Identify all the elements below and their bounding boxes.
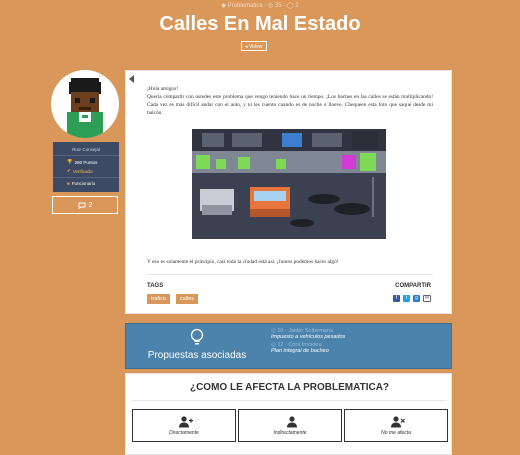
- affect-none-button[interactable]: No me afecta: [344, 409, 448, 442]
- divider: [53, 177, 119, 178]
- divider: [53, 155, 119, 156]
- tag-trafico[interactable]: trafico: [147, 294, 170, 304]
- affect-direct-label: Directamente: [169, 430, 199, 436]
- tags-label: TAGS: [147, 283, 164, 289]
- email-icon[interactable]: ✉: [423, 295, 431, 302]
- post-closing: Y eso es solamente el principio, casi to…: [147, 259, 339, 265]
- comments-button[interactable]: 2: [52, 196, 118, 214]
- affect-section: ¿COMO LE AFECTA LA PROBLEMATICA? Directa…: [125, 373, 452, 455]
- affect-indirect-button[interactable]: Indirectamente: [238, 409, 342, 442]
- author-verified: ✔ Verificado: [53, 168, 119, 174]
- share-label: COMPARTIR: [395, 283, 431, 289]
- google-icon[interactable]: g: [413, 295, 420, 302]
- lightbulb-icon: [190, 328, 204, 345]
- proposals-header: Propuestas asociadas: [126, 324, 268, 368]
- post-meta: ◆ Problematica · ◎ 35 · ◯ 2: [221, 3, 299, 9]
- user-plus-icon: [179, 416, 193, 428]
- role-label: Funcionario: [71, 181, 96, 186]
- post-body: Quería compartir con ustedes este proble…: [147, 94, 433, 116]
- author-points: 🏆 280 Puntos: [53, 159, 119, 165]
- verified-label: Verificado: [72, 168, 93, 174]
- tag-calles[interactable]: calles: [176, 294, 199, 304]
- facebook-icon[interactable]: f: [393, 295, 400, 302]
- avatar[interactable]: [51, 70, 119, 138]
- twitter-icon[interactable]: t: [403, 295, 410, 302]
- comment-icon: [78, 202, 85, 209]
- proposals-list: ◎ 10 · Jaider Soltermana Impuesto a vehí…: [271, 328, 345, 356]
- user-icon: [287, 416, 297, 428]
- share-icons: f t g ✉: [393, 295, 431, 302]
- divider: [147, 274, 433, 275]
- affect-none-label: No me afecta: [381, 430, 411, 436]
- briefcase-icon: ■: [67, 181, 70, 186]
- post-greeting: ¡Hola amigos!: [147, 86, 178, 92]
- trophy-icon: 🏆: [67, 159, 73, 164]
- author-name: Ruiz Consejal: [72, 147, 100, 152]
- proposal-link[interactable]: Impuesto a vehículos pesados: [271, 334, 345, 340]
- associated-proposals[interactable]: Propuestas asociadas ◎ 10 · Jaider Solte…: [125, 323, 452, 369]
- author-role: ■ Funcionario: [53, 181, 119, 186]
- author-card: Ruiz Consejal 🏆 280 Puntos ✔ Verificado …: [53, 142, 119, 192]
- proposals-label: Propuestas asociadas: [147, 350, 247, 361]
- post-text: ¡Hola amigos! Quería compartir con usted…: [147, 85, 433, 117]
- affect-direct-button[interactable]: Directamente: [132, 409, 236, 442]
- affect-indirect-label: Indirectamente: [273, 430, 307, 436]
- page-title: Calles En Mal Estado: [159, 13, 361, 35]
- comments-count: 2: [88, 201, 93, 209]
- post-photo[interactable]: [192, 129, 386, 239]
- back-button[interactable]: ◂ Volver: [241, 41, 267, 51]
- proposal-link[interactable]: Plan integral de bacheo: [271, 348, 345, 354]
- caret-left-icon: [129, 75, 134, 83]
- affect-heading: ¿COMO LE AFECTA LA PROBLEMATICA?: [189, 382, 390, 393]
- check-icon: ✔: [67, 168, 71, 173]
- points-label: 280 Puntos: [74, 159, 98, 165]
- divider: [132, 400, 447, 401]
- user-times-icon: [391, 416, 405, 428]
- post-card: ¡Hola amigos! Quería compartir con usted…: [125, 70, 452, 314]
